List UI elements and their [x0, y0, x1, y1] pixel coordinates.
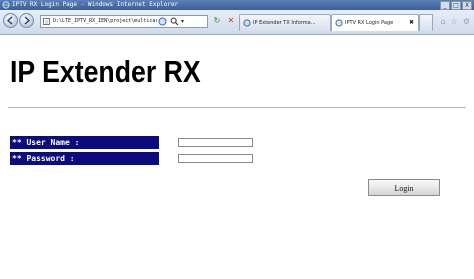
tab-ip-extender-tx[interactable]: IP Extender TX Informa... [239, 14, 331, 31]
address-bar[interactable]: D:\LTE_IPTV_RX_IEN\project\multicast\web… [40, 15, 208, 28]
divider [8, 107, 466, 108]
tab-iptv-rx-login[interactable]: IPTV RX Login Page ✖ [331, 14, 419, 31]
ie-logo-icon [2, 1, 10, 9]
forward-arrow-icon [24, 16, 31, 25]
address-dropdown-icon[interactable]: ▾ [181, 17, 184, 26]
window-titlebar: IPTV RX Login Page - Windows Internet Ex… [0, 0, 474, 10]
compatibility-view-icon[interactable] [158, 17, 167, 26]
password-input[interactable] [178, 154, 253, 163]
home-icon[interactable]: ⌂ [441, 17, 446, 26]
new-tab-button[interactable] [419, 14, 433, 31]
search-icon[interactable] [170, 17, 179, 26]
back-arrow-icon [6, 16, 13, 25]
window-controls: _ □ X [440, 1, 472, 10]
login-button[interactable]: Login [368, 179, 440, 196]
tools-gear-icon[interactable]: ⚙ [463, 17, 470, 26]
page-title: IP Extender RX [10, 54, 201, 89]
close-window-button[interactable]: X [462, 1, 472, 10]
tab-label: IP Extender TX Informa... [253, 20, 316, 26]
username-label: ** User Name : [10, 136, 159, 149]
page-icon [43, 18, 50, 25]
close-tab-icon[interactable]: ✖ [409, 15, 414, 31]
back-button[interactable] [3, 13, 18, 28]
ie-page-icon [243, 19, 251, 27]
browser-toolbar: D:\LTE_IPTV_RX_IEN\project\multicast\web… [0, 10, 474, 35]
address-url[interactable]: D:\LTE_IPTV_RX_IEN\project\multicast\web… [53, 16, 157, 27]
favorites-star-icon[interactable]: ☆ [451, 17, 458, 26]
username-input[interactable] [178, 138, 253, 147]
password-label: ** Password : [10, 152, 159, 165]
refresh-icon[interactable]: ↻ [212, 15, 222, 26]
ie-page-icon [335, 19, 343, 27]
maximize-button[interactable]: □ [451, 1, 461, 10]
stop-icon[interactable]: ✕ [226, 15, 236, 26]
browser-right-icons: ⌂ ☆ ⚙ [441, 17, 470, 26]
minimize-button[interactable]: _ [440, 1, 450, 10]
forward-button[interactable] [19, 13, 34, 28]
window-title: IPTV RX Login Page - Windows Internet Ex… [12, 1, 179, 8]
tab-label: IPTV RX Login Page [345, 20, 394, 26]
